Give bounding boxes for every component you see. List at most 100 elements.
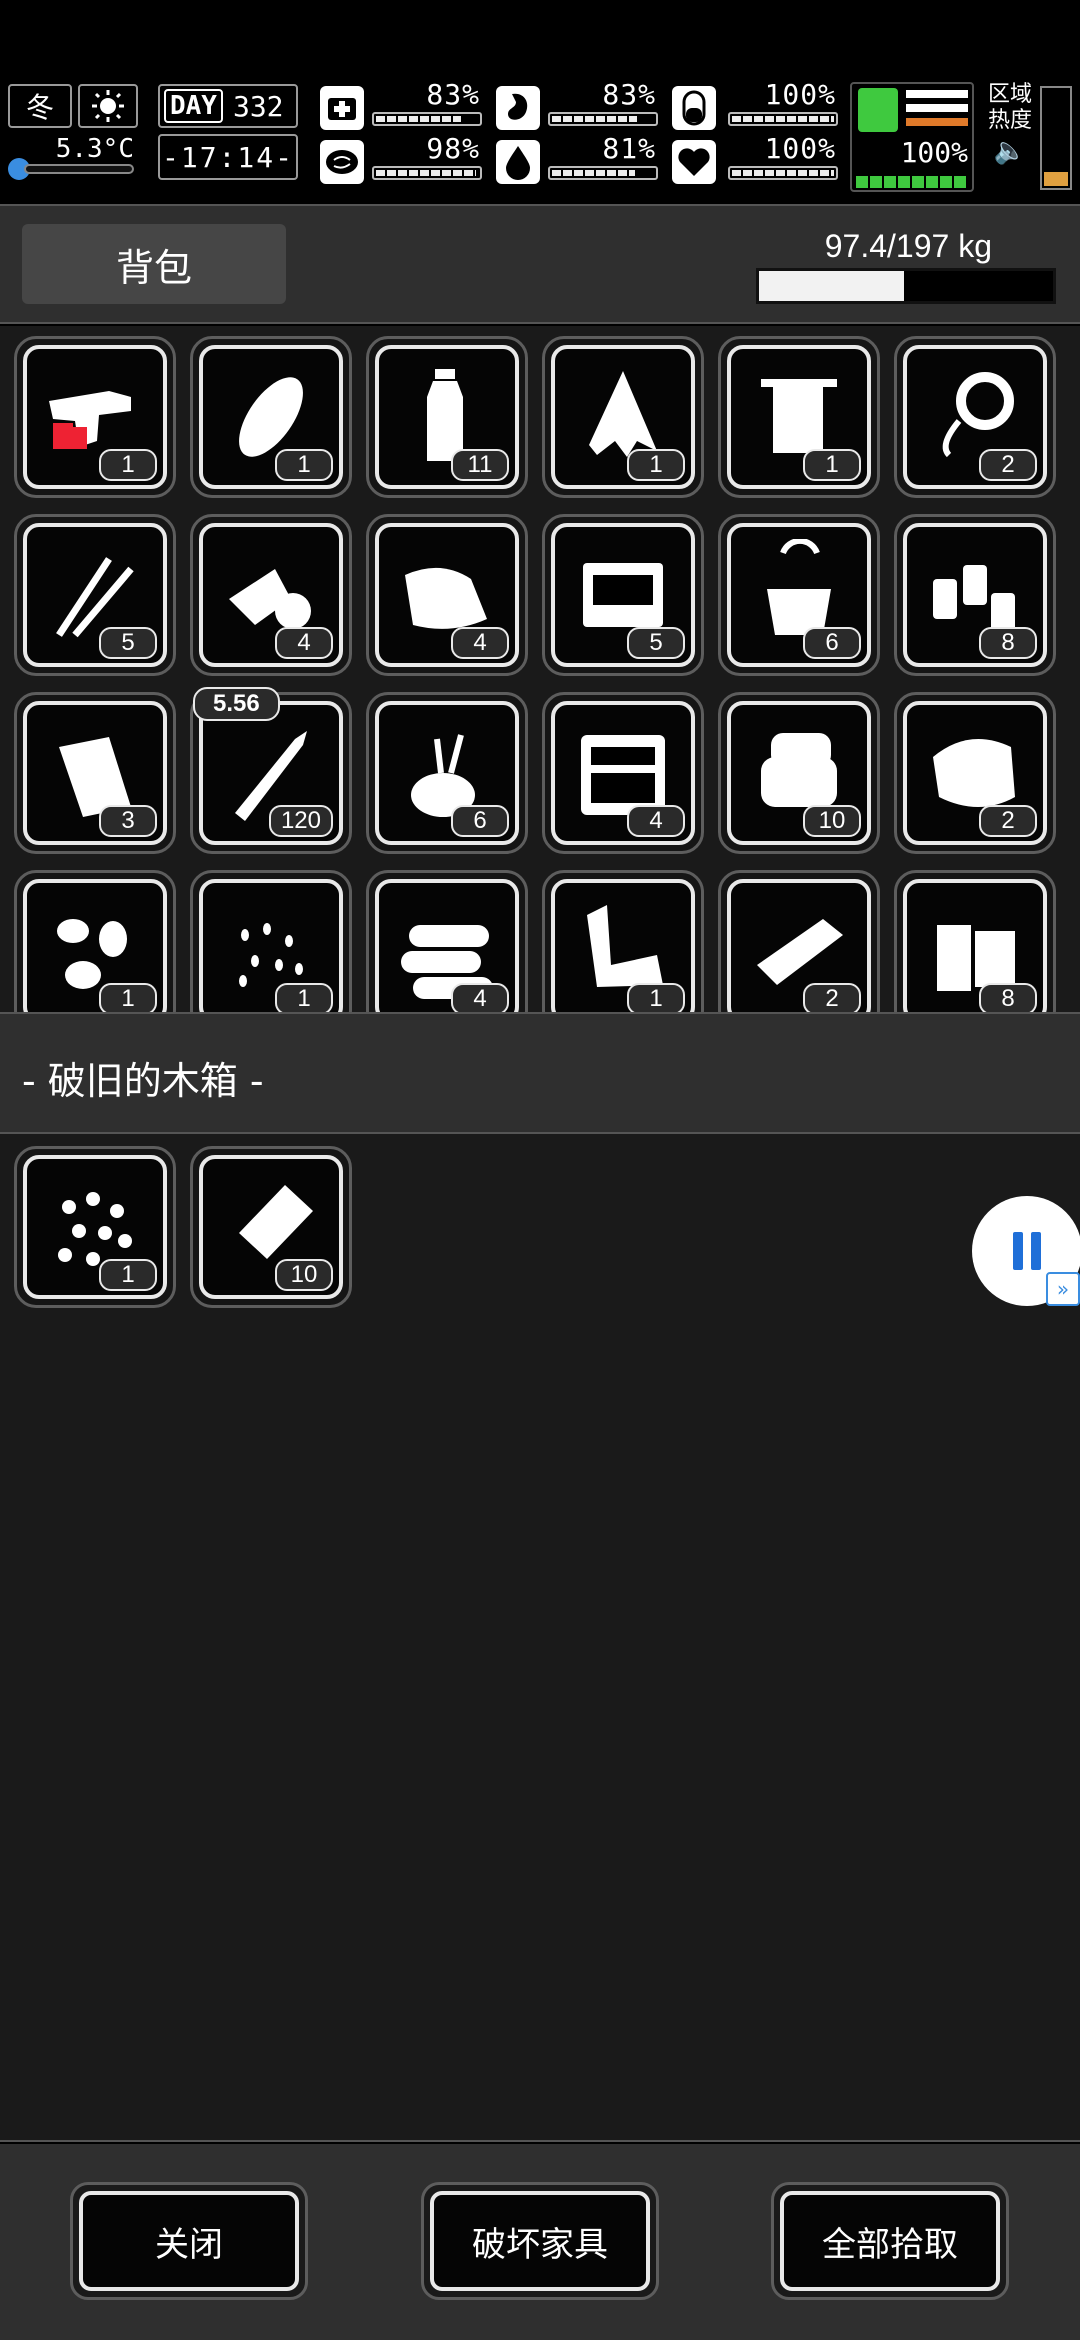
- inventory-slot[interactable]: 1: [542, 870, 704, 1012]
- item-quantity: 3: [99, 805, 157, 837]
- item-quantity: 10: [275, 1259, 333, 1291]
- item-quantity: 8: [979, 983, 1037, 1012]
- status-bar: 冬 5.3°C DAY 332 -17:14- 83% 83% 100% 98%…: [0, 78, 1080, 194]
- fast-forward-icon[interactable]: »: [1046, 1272, 1080, 1306]
- container-grid[interactable]: 1 10: [0, 1134, 1080, 2142]
- inventory-slot[interactable]: 2: [894, 692, 1056, 854]
- stat-sanity: 98%: [320, 132, 482, 184]
- temperature-gauge: 5.3°C: [8, 134, 138, 180]
- day-box: DAY 332: [158, 84, 298, 128]
- pill-icon: [672, 86, 716, 130]
- item-quantity: 1: [275, 449, 333, 481]
- stamina-box: 100%: [850, 82, 974, 192]
- stat-immunity: 100%: [672, 78, 842, 130]
- item-quantity: 5: [99, 627, 157, 659]
- destroy-furniture-button[interactable]: 破坏家具: [421, 2182, 659, 2300]
- inventory-slot[interactable]: 6: [718, 514, 880, 676]
- item-quantity: 1: [627, 449, 685, 481]
- inventory-slot[interactable]: 5: [14, 514, 176, 676]
- season-label: 冬: [25, 91, 54, 124]
- inventory-slot[interactable]: 4: [542, 692, 704, 854]
- inventory-slot[interactable]: 4: [190, 514, 352, 676]
- item-quantity: 1: [803, 449, 861, 481]
- item-quantity: 4: [451, 627, 509, 659]
- inventory-slot[interactable]: 120 5.56: [190, 687, 352, 854]
- stat-sanity-value: 98%: [426, 132, 480, 165]
- inventory-slot[interactable]: 10: [718, 692, 880, 854]
- stat-thirst: 81%: [496, 132, 658, 184]
- stat-immunity-value: 100%: [764, 78, 836, 111]
- container-header: - 破旧的木箱 -: [0, 1012, 1080, 1134]
- stamina-stripes: [906, 90, 968, 130]
- zone-heat-label-2: 热度: [987, 108, 1032, 133]
- inventory-slot[interactable]: 1: [718, 336, 880, 498]
- temperature-track: [24, 164, 134, 174]
- stat-thirst-value: 81%: [602, 132, 656, 165]
- take-all-button[interactable]: 全部拾取: [771, 2182, 1009, 2300]
- stat-health: 83%: [320, 78, 482, 130]
- item-quantity: 2: [979, 449, 1037, 481]
- item-quantity: 4: [275, 627, 333, 659]
- speaker-icon[interactable]: 🔈: [982, 138, 1038, 164]
- inventory-slot[interactable]: 1: [14, 336, 176, 498]
- stat-hunger: 83%: [496, 78, 658, 130]
- weight-bar: [756, 268, 1056, 304]
- inventory-slot[interactable]: 8: [894, 870, 1056, 1012]
- zone-heat: 区域 热度 🔈: [982, 82, 1038, 192]
- inventory-slot[interactable]: 1: [190, 870, 352, 1012]
- boot-icon: [858, 88, 898, 132]
- clock-value: -17:14-: [161, 140, 294, 174]
- tab-backpack[interactable]: 背包: [22, 224, 286, 304]
- inventory-slot[interactable]: 4: [366, 514, 528, 676]
- inventory-slot[interactable]: 11: [366, 336, 528, 498]
- inventory-slot[interactable]: 2: [894, 336, 1056, 498]
- item-quantity: 8: [979, 627, 1037, 659]
- inventory-slot[interactable]: 3: [14, 692, 176, 854]
- inventory-slot[interactable]: 6: [366, 692, 528, 854]
- inventory-slot[interactable]: 8: [894, 514, 1056, 676]
- inventory-slot[interactable]: 1: [190, 336, 352, 498]
- day-number: 332: [232, 89, 284, 123]
- inventory-slot[interactable]: 2: [718, 870, 880, 1012]
- container-title: - 破旧的木箱 -: [22, 1059, 264, 1103]
- item-quantity: 1: [99, 449, 157, 481]
- stomach-icon: [496, 86, 540, 130]
- item-quantity: 6: [451, 805, 509, 837]
- season-box: 冬: [8, 84, 72, 128]
- item-quantity: 1: [275, 983, 333, 1012]
- item-quantity: 2: [979, 805, 1037, 837]
- stat-health-bar: [372, 112, 482, 126]
- stat-mood: 100%: [672, 132, 842, 184]
- inventory-slot[interactable]: 10: [190, 1146, 352, 1308]
- item-caliber-tag: 5.56: [193, 687, 280, 721]
- close-button[interactable]: 关闭: [70, 2182, 308, 2300]
- medkit-icon: [320, 86, 364, 130]
- take-all-label: 全部拾取: [822, 2224, 958, 2265]
- weight-text: 97.4/197 kg: [824, 228, 992, 264]
- stat-health-value: 83%: [426, 78, 480, 111]
- item-quantity: 5: [627, 627, 685, 659]
- stat-sanity-bar: [372, 166, 482, 180]
- inventory-slot[interactable]: 1: [542, 336, 704, 498]
- inventory-slot[interactable]: 5: [542, 514, 704, 676]
- heart-icon: [672, 140, 716, 184]
- stamina-bar: [856, 176, 968, 188]
- backpack-header: 背包 97.4/197 kg: [0, 204, 1080, 324]
- item-quantity: 1: [627, 983, 685, 1012]
- day-label: DAY: [164, 89, 223, 123]
- brain-icon: [320, 140, 364, 184]
- clock-box: -17:14-: [158, 134, 298, 180]
- backpack-grid[interactable]: 1 1 11 1 1 2 5 4 4 5 6 8 3 120 5.56 6 4 10 2 1 1 4 1 2 8: [0, 326, 1080, 1012]
- item-quantity: 1: [99, 983, 157, 1012]
- stat-thirst-bar: [548, 166, 658, 180]
- item-quantity: 10: [803, 805, 861, 837]
- weather-box: [78, 84, 138, 128]
- stat-hunger-bar: [548, 112, 658, 126]
- inventory-slot[interactable]: 4: [366, 870, 528, 1012]
- stat-mood-value: 100%: [764, 132, 836, 165]
- inventory-slot[interactable]: 1: [14, 1146, 176, 1308]
- item-quantity: 4: [627, 805, 685, 837]
- inventory-slot[interactable]: 1: [14, 870, 176, 1012]
- water-drop-icon: [496, 140, 540, 184]
- stamina-value: 100%: [900, 136, 968, 169]
